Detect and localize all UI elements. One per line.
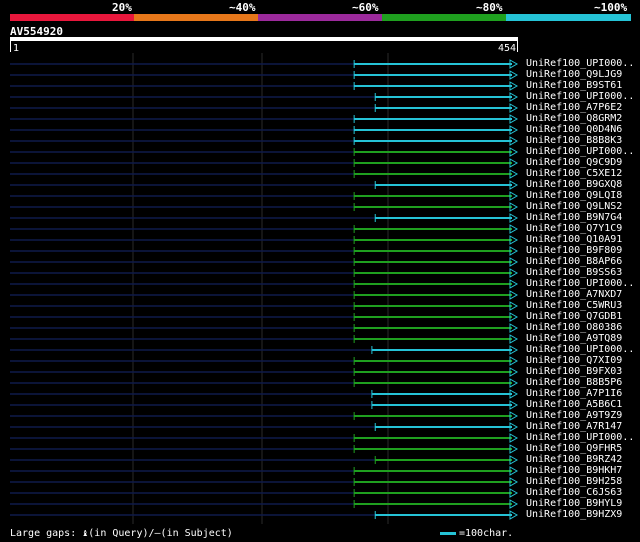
hit-label[interactable]: UniRef100_B9HYL9: [526, 498, 622, 509]
footer-scale-label: =100char.: [459, 528, 514, 539]
hit-label[interactable]: UniRef100_C5WRU3: [526, 300, 622, 311]
hit-label[interactable]: UniRef100_B9HKH7: [526, 465, 622, 476]
scale-line-icon: [440, 531, 456, 535]
hit-label[interactable]: UniRef100_B9N7G4: [526, 212, 622, 223]
hit-label[interactable]: UniRef100_Q9LNS2: [526, 201, 622, 212]
footer-gap-legend: Large gaps: ♝(in Query)/–(in Subject): [10, 528, 233, 539]
hit-label[interactable]: UniRef100_Q9LJG9: [526, 69, 622, 80]
hit-label[interactable]: UniRef100_B9F809: [526, 245, 622, 256]
hit-label[interactable]: UniRef100_B9SS63: [526, 267, 622, 278]
hit-label[interactable]: UniRef100_C5XE12: [526, 168, 622, 179]
footer-query-gap: (in Query)/: [88, 528, 155, 539]
hit-label[interactable]: UniRef100_Q9FHR5: [526, 443, 622, 454]
hit-label[interactable]: UniRef100_UPI000..: [526, 432, 634, 443]
hit-label[interactable]: UniRef100_Q0D4N6: [526, 124, 622, 135]
hit-label[interactable]: UniRef100_UPI000..: [526, 344, 634, 355]
hit-label[interactable]: UniRef100_B9H258: [526, 476, 622, 487]
hit-label[interactable]: UniRef100_UPI000..: [526, 58, 634, 69]
hit-label[interactable]: UniRef100_Q10A91: [526, 234, 622, 245]
hit-label[interactable]: UniRef100_A9T9Z9: [526, 410, 622, 421]
hit-label[interactable]: UniRef100_B8B5P6: [526, 377, 622, 388]
hit-label[interactable]: UniRef100_B9RZ42: [526, 454, 622, 465]
hit-label[interactable]: UniRef100_B9HZX9: [526, 509, 622, 520]
footer-subject-gap: (in Subject): [160, 528, 233, 539]
hit-label[interactable]: UniRef100_B9GXQ8: [526, 179, 622, 190]
hit-label[interactable]: UniRef100_Q7GDB1: [526, 311, 622, 322]
hit-label[interactable]: UniRef100_B9FX03: [526, 366, 622, 377]
hit-label[interactable]: UniRef100_UPI000..: [526, 278, 634, 289]
hit-label[interactable]: UniRef100_A5B6C1: [526, 399, 622, 410]
hit-label[interactable]: UniRef100_A7P6E2: [526, 102, 622, 113]
footer-scale: =100char.: [440, 528, 513, 539]
hit-label[interactable]: UniRef100_B8AP66: [526, 256, 622, 267]
hit-label[interactable]: UniRef100_UPI000..: [526, 146, 634, 157]
hit-label[interactable]: UniRef100_Q8GRM2: [526, 113, 622, 124]
hit-label[interactable]: UniRef100_Q7XI09: [526, 355, 622, 366]
hit-label[interactable]: UniRef100_A7NXD7: [526, 289, 622, 300]
hit-label[interactable]: UniRef100_B9ST61: [526, 80, 622, 91]
hit-label[interactable]: UniRef100_A7R147: [526, 421, 622, 432]
footer-large-gaps: Large gaps:: [10, 528, 83, 539]
hit-label[interactable]: UniRef100_Q9C9D9: [526, 157, 622, 168]
hit-label[interactable]: UniRef100_O80386: [526, 322, 622, 333]
hit-label[interactable]: UniRef100_C6JS63: [526, 487, 622, 498]
hit-label[interactable]: UniRef100_Q7Y1C9: [526, 223, 622, 234]
hit-label[interactable]: UniRef100_UPI000..: [526, 91, 634, 102]
hit-label[interactable]: UniRef100_A9TQ89: [526, 333, 622, 344]
hit-label[interactable]: UniRef100_Q9LQI8: [526, 190, 622, 201]
hit-label[interactable]: UniRef100_A7P1I6: [526, 388, 622, 399]
hit-label[interactable]: UniRef100_B8B8K3: [526, 135, 622, 146]
